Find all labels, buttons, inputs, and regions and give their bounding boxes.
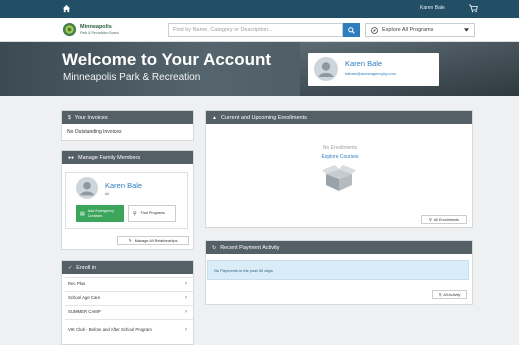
no-enrollments-text: No Enrollments xyxy=(322,145,358,151)
logo-name: Minneapolis xyxy=(80,24,112,30)
dollar-icon: $ xyxy=(68,114,71,121)
chevron-right-icon: › xyxy=(185,280,187,287)
all-activity-button[interactable]: ⚲ All Activity xyxy=(432,290,467,299)
page-title: Welcome to Your Account xyxy=(62,50,272,69)
family-member-card: Karen Bale ## ▤ Add Emergency Contacts ⚲… xyxy=(65,172,188,229)
enroll-item-vik-club[interactable]: VIK Club - Before and After School Progr… xyxy=(65,319,193,341)
account-card[interactable]: Karen Bale kabale@acmeagencyky.com xyxy=(308,53,439,86)
search-icon: ⚲ xyxy=(428,218,432,222)
chevron-right-icon: › xyxy=(185,294,187,301)
invoices-title: Your Invoices xyxy=(74,114,108,121)
explore-programs-dropdown[interactable]: Explore All Programs xyxy=(365,23,475,37)
chevron-right-icon: › xyxy=(185,327,187,334)
compass-icon xyxy=(371,26,378,34)
empty-box-icon xyxy=(322,165,356,191)
no-payments-alert: No Payments in the past 90 days xyxy=(207,260,469,280)
pencil-icon: ✎ xyxy=(128,239,132,243)
enroll-item-label: Rec Plus xyxy=(68,281,86,286)
logo-mark-icon xyxy=(62,22,77,37)
logo-subtitle: Park & Recreation Board xyxy=(80,31,119,35)
page-subtitle: Minneapolis Park & Recreation xyxy=(63,72,201,83)
explore-label: Explore All Programs xyxy=(382,27,434,33)
enrollments-header: ▲ Current and Upcoming Enrollments xyxy=(206,111,472,124)
explore-courses-link[interactable]: Explore Courses xyxy=(290,154,390,160)
enrollments-title: Current and Upcoming Enrollments xyxy=(220,114,307,121)
manage-relationships-button[interactable]: ✎ Manage All Relationships xyxy=(117,236,189,245)
all-enrollments-label: All Enrollments xyxy=(433,217,460,222)
search-icon: ⚲ xyxy=(133,210,137,217)
payments-header: ↻ Recent Payment Activity xyxy=(206,241,472,254)
search-icon: ⚲ xyxy=(438,293,442,297)
enroll-item-label: SUMMER CAMP xyxy=(68,309,101,314)
account-email: kabale@acmeagencyky.com xyxy=(345,71,396,76)
account-name: Karen Bale xyxy=(345,59,383,68)
find-programs-label: Find Programs xyxy=(140,211,165,216)
enroll-item-summer-camp[interactable]: SUMMER CAMP › xyxy=(65,305,193,317)
home-icon[interactable] xyxy=(62,4,71,13)
cart-icon[interactable] xyxy=(468,3,478,13)
search-button[interactable] xyxy=(343,23,360,37)
member-avatar xyxy=(76,177,98,199)
family-title: Manage Family Members xyxy=(78,154,141,161)
all-enrollments-button[interactable]: ⚲ All Enrollments xyxy=(421,215,467,224)
graduation-cap-icon: ▲ xyxy=(212,114,217,121)
member-name[interactable]: Karen Bale xyxy=(105,181,142,190)
family-header: ●● Manage Family Members xyxy=(62,151,193,164)
search-icon xyxy=(348,26,355,34)
site-header: Minneapolis Park & Recreation Board Expl… xyxy=(0,18,519,42)
enroll-header: ✓ Enroll in xyxy=(62,261,193,274)
top-bar: Karen Bale xyxy=(0,0,519,18)
add-emergency-contact-button[interactable]: ▤ Add Emergency Contacts xyxy=(76,205,124,222)
history-icon: ↻ xyxy=(212,244,217,251)
contact-card-icon: ▤ xyxy=(80,210,85,217)
chevron-right-icon: › xyxy=(185,308,187,315)
user-name-link[interactable]: Karen Bale xyxy=(420,5,445,11)
enroll-item-label: VIK Club - Before and After School Progr… xyxy=(68,327,152,333)
avatar xyxy=(314,57,338,81)
invoices-message: No Outstanding Invoices xyxy=(67,129,122,135)
enroll-icon: ✓ xyxy=(68,264,73,271)
enroll-item-label: School Age Care xyxy=(68,295,101,300)
find-programs-button[interactable]: ⚲ Find Programs xyxy=(128,205,176,222)
member-age: ## xyxy=(105,192,109,196)
invoices-header[interactable]: $ Your Invoices xyxy=(62,111,193,124)
enroll-item-school-age-care[interactable]: School Age Care › xyxy=(65,291,193,303)
search-input[interactable] xyxy=(168,23,343,37)
chevron-down-icon xyxy=(464,28,469,32)
payments-title: Recent Payment Activity xyxy=(220,244,280,251)
enroll-item-rec-plus[interactable]: Rec Plus › xyxy=(65,277,193,289)
mprb-logo[interactable]: Minneapolis Park & Recreation Board xyxy=(62,22,152,38)
manage-relationships-label: Manage All Relationships xyxy=(134,238,178,243)
invoices-panel: $ Your Invoices No Outstanding Invoices xyxy=(61,110,194,141)
enroll-title: Enroll in xyxy=(76,264,97,271)
hero-banner: Welcome to Your Account Minneapolis Park… xyxy=(0,42,519,96)
add-contact-label: Add Emergency Contacts xyxy=(87,209,114,218)
all-activity-label: All Activity xyxy=(443,292,461,297)
users-icon: ●● xyxy=(68,154,75,161)
